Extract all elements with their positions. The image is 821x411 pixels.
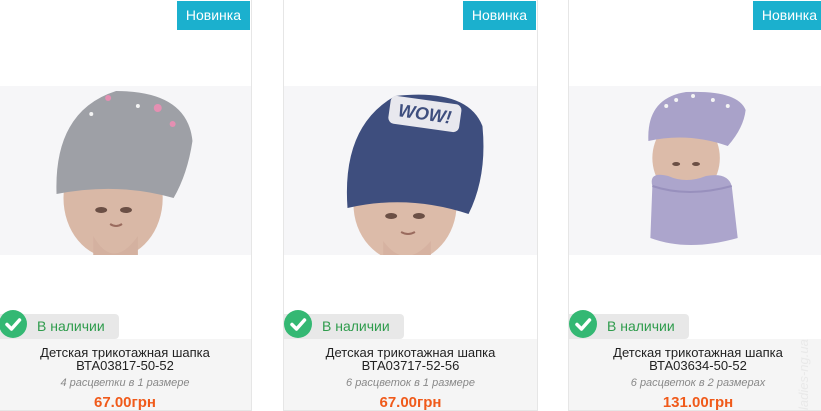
new-badge: Новинка: [462, 1, 536, 30]
price: 67.00грн: [93, 394, 156, 411]
product-info: Детская трикотажная шапка ВТА03817-50-52…: [0, 339, 251, 410]
variants-text: 4 расцветки в 1 размере: [60, 377, 190, 389]
hat-photo-icon: [648, 91, 746, 245]
check-icon: [0, 310, 27, 338]
watermark: ladies-ng.ua: [796, 339, 811, 410]
hat-photo-icon: WOW!: [346, 94, 484, 255]
in-stock-text: В наличии: [607, 318, 675, 334]
product-name[interactable]: Детская трикотажная шапка ВТА03817-50-52: [0, 339, 251, 372]
new-badge: Новинка: [176, 1, 250, 30]
product-sku[interactable]: ВТА03817-50-52: [0, 359, 251, 372]
product-image[interactable]: [0, 86, 251, 255]
hat-photo-icon: [56, 91, 193, 255]
product-card[interactable]: Новинка В наличии Детская трикотажная ша…: [568, 0, 821, 411]
product-name[interactable]: Детская трикотажная шапка ВТА03717-52-56: [284, 339, 537, 372]
product-sku[interactable]: ВТА03717-52-56: [284, 359, 537, 372]
product-sku[interactable]: ВТА03634-50-52: [569, 359, 821, 372]
new-badge: Новинка: [752, 1, 821, 30]
in-stock-text: В наличии: [322, 318, 390, 334]
product-info: Детская трикотажная шапка ВТА03717-52-56…: [284, 339, 537, 410]
in-stock-text: В наличии: [37, 318, 105, 334]
variants-text: 6 расцветок в 1 размере: [346, 377, 475, 389]
product-card[interactable]: Новинка WOW! В наличии Детская трикотажн…: [283, 0, 538, 411]
product-image[interactable]: WOW!: [284, 86, 537, 255]
price: 131.00грн: [662, 394, 734, 411]
product-card[interactable]: Новинка В наличии Детская трикотажная ша…: [0, 0, 252, 411]
product-info: Детская трикотажная шапка ВТА03634-50-52…: [569, 339, 821, 410]
price: 67.00грн: [379, 394, 442, 411]
product-name[interactable]: Детская трикотажная шапка ВТА03634-50-52: [569, 339, 821, 372]
check-icon: [284, 310, 312, 338]
variants-text: 6 расцветок в 2 размерах: [630, 377, 766, 389]
check-icon: [569, 310, 597, 338]
product-image[interactable]: [569, 86, 821, 255]
